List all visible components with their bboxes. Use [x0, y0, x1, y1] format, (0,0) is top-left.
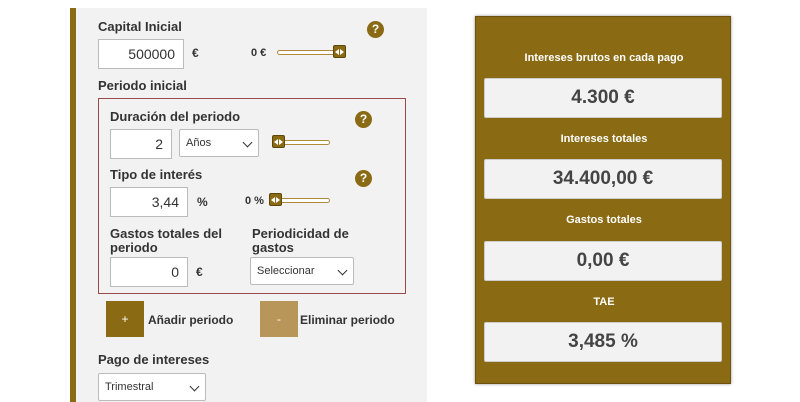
periodicidad-select[interactable]: Seleccionar — [250, 257, 354, 285]
brutos-value: 4.300 € — [484, 78, 722, 118]
pago-select[interactable]: Trimestral — [98, 373, 206, 401]
duracion-unit-selected: Años — [186, 137, 212, 149]
gastos-totales-value: 0,00 € — [484, 241, 722, 281]
chevron-down-icon — [189, 381, 200, 392]
totales-label: Intereses totales — [560, 133, 648, 145]
capital-slider-handle[interactable] — [333, 45, 346, 58]
periodicidad-selected: Seleccionar — [257, 265, 315, 277]
duracion-label: Duración del periodo — [110, 109, 241, 124]
tipo-help-icon[interactable]: ? — [355, 170, 372, 187]
capital-help-icon[interactable]: ? — [367, 21, 384, 38]
tipo-slider-value: 0 % — [245, 195, 264, 207]
gastos-totales-label: Gastos totales — [566, 214, 642, 226]
tipo-slider-handle[interactable] — [269, 193, 282, 206]
chevron-down-icon — [242, 137, 253, 148]
add-period-button[interactable]: + — [106, 301, 144, 337]
tipo-unit: % — [197, 195, 208, 209]
remove-period-button[interactable]: - — [260, 301, 298, 337]
tipo-label: Tipo de interés — [110, 167, 203, 182]
capital-label: Capital Inicial — [98, 19, 182, 34]
duracion-help-icon[interactable]: ? — [355, 111, 372, 128]
brutos-label: Intereses brutos en cada pago — [524, 52, 684, 64]
gastos-input[interactable]: 0 — [110, 257, 188, 287]
tae-label: TAE — [593, 296, 615, 308]
add-period-label[interactable]: Añadir periodo — [148, 313, 233, 327]
capital-unit: € — [192, 46, 199, 60]
form-panel-accent-bar — [70, 8, 76, 402]
gastos-label: Gastos totales del periodo — [110, 226, 222, 255]
chevron-down-icon — [337, 265, 348, 276]
results-panel: Intereses brutos en cada pago 4.300 € In… — [475, 16, 731, 384]
periodicidad-label: Periodicidad de gastos — [252, 226, 349, 255]
tae-value: 3,485 % — [484, 322, 722, 362]
gastos-unit: € — [196, 265, 203, 279]
totales-value: 34.400,00 € — [484, 159, 722, 199]
pago-label: Pago de intereses — [98, 352, 210, 367]
duracion-unit-select[interactable]: Años — [179, 129, 259, 157]
duracion-slider-handle[interactable] — [272, 135, 285, 148]
capital-input[interactable]: 500000 — [98, 39, 184, 69]
periodo-heading: Periodo inicial — [98, 78, 187, 93]
tipo-input[interactable]: 3,44 — [110, 187, 188, 217]
remove-period-label[interactable]: Eliminar periodo — [300, 313, 395, 327]
duracion-input[interactable]: 2 — [110, 129, 172, 159]
capital-slider-value: 0 € — [251, 47, 267, 59]
pago-selected: Trimestral — [105, 381, 154, 393]
